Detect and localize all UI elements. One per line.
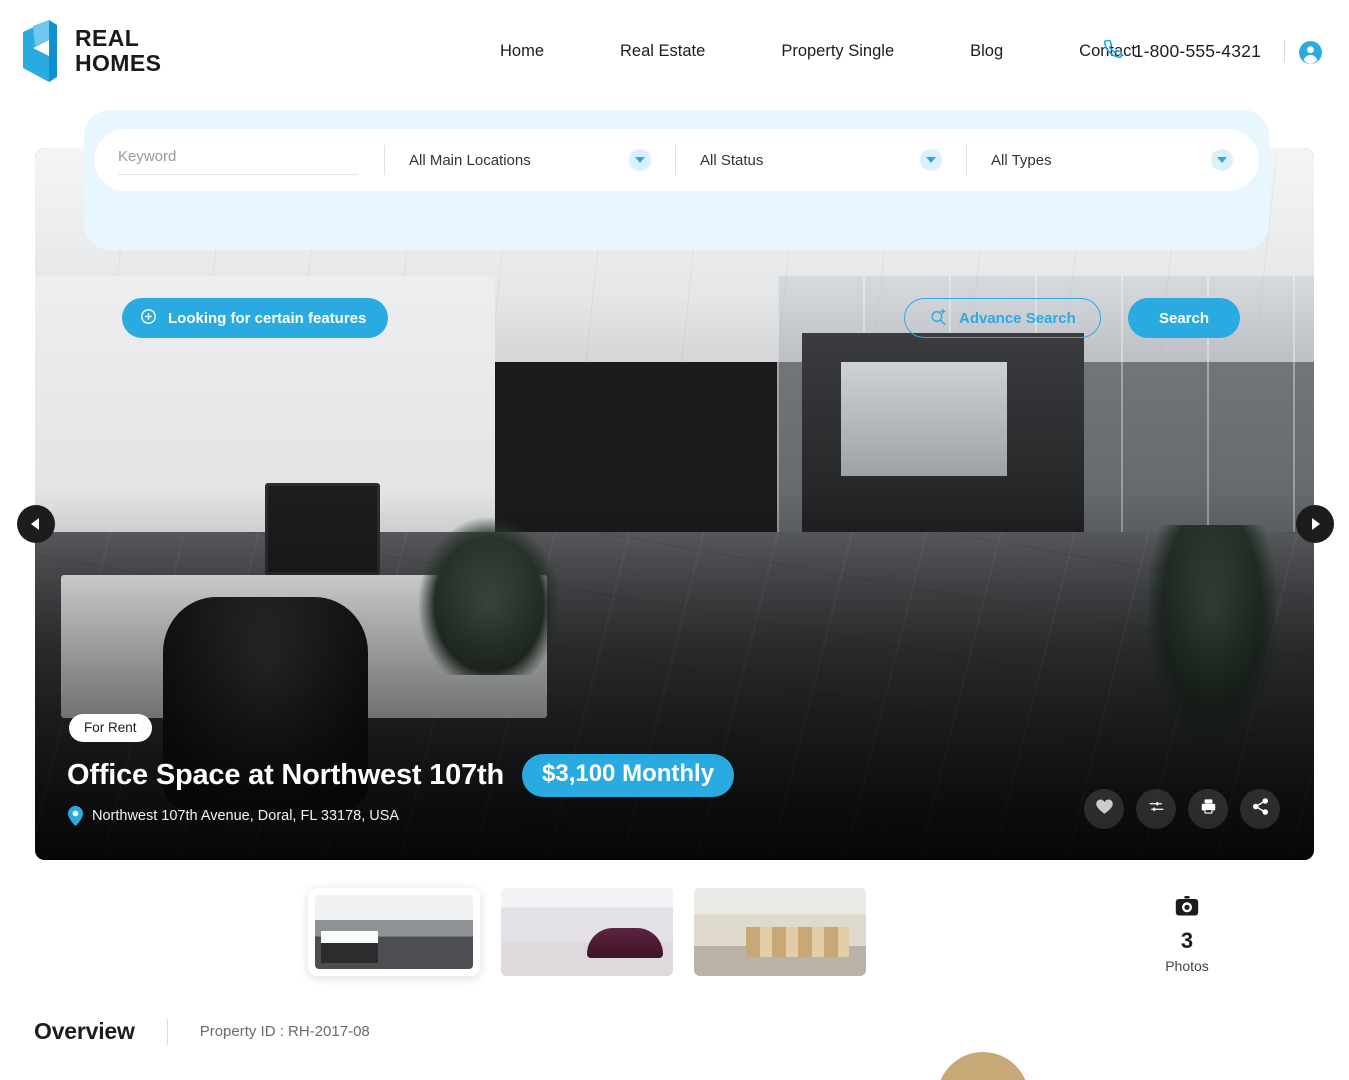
brand-logo[interactable]: REAL HOMES bbox=[19, 18, 161, 84]
header-phone[interactable]: 1-800-555-4321 bbox=[1103, 0, 1261, 103]
real-homes-logo-icon bbox=[19, 18, 61, 84]
thumbnail-image bbox=[315, 895, 473, 969]
brand-text: REAL HOMES bbox=[75, 26, 161, 76]
share-button[interactable] bbox=[1240, 789, 1280, 829]
nav-item-real-estate[interactable]: Real Estate bbox=[582, 42, 743, 61]
phone-number: 1-800-555-4321 bbox=[1133, 41, 1261, 61]
user-account-icon[interactable] bbox=[1298, 40, 1323, 65]
search-input[interactable] bbox=[118, 145, 358, 175]
property-heading-row: Office Space at Northwest 107th $3,100 M… bbox=[67, 754, 735, 797]
brand-line-2: HOMES bbox=[75, 50, 162, 76]
site-header: REAL HOMES Home Real Estate Property Sin… bbox=[0, 0, 1349, 103]
chevron-down-icon bbox=[1211, 149, 1233, 171]
search-button[interactable]: Search bbox=[1128, 298, 1240, 338]
status-select-label: All Status bbox=[700, 151, 764, 169]
looking-for-features-label: Looking for certain features bbox=[168, 309, 367, 327]
property-title: Office Space at Northwest 107th bbox=[67, 759, 504, 791]
overview-divider bbox=[166, 1018, 168, 1045]
thumbnail-image bbox=[694, 888, 866, 976]
map-pin-icon bbox=[68, 806, 83, 826]
photo-count-number: 3 bbox=[1180, 928, 1194, 953]
photo-counter[interactable]: 3 Photos bbox=[1163, 896, 1211, 974]
property-id: Property ID : RH-2017-08 bbox=[199, 1023, 370, 1040]
nav-item-blog[interactable]: Blog bbox=[932, 42, 1041, 61]
advance-search-button[interactable]: Advance Search bbox=[904, 298, 1101, 338]
gallery-prev-button[interactable] bbox=[17, 505, 55, 543]
print-icon bbox=[1199, 797, 1218, 821]
nav-item-home[interactable]: Home bbox=[490, 42, 582, 61]
property-address-text: Northwest 107th Avenue, Doral, FL 33178,… bbox=[92, 808, 400, 824]
compare-sliders-icon bbox=[1147, 797, 1166, 821]
status-badge: For Rent bbox=[69, 714, 152, 742]
location-select[interactable]: All Main Locations bbox=[385, 129, 675, 191]
search-bar: All Main Locations All Status All Types bbox=[94, 129, 1259, 191]
types-select-label: All Types bbox=[991, 151, 1052, 169]
gallery-next-button[interactable] bbox=[1296, 505, 1334, 543]
brand-line-1: REAL bbox=[75, 25, 140, 51]
overview-section-header: Overview Property ID : RH-2017-08 bbox=[34, 1018, 370, 1045]
thumbnail-2[interactable] bbox=[501, 888, 673, 976]
thumbnail-image bbox=[501, 888, 673, 976]
nav-item-property-single[interactable]: Property Single bbox=[743, 42, 932, 61]
compare-button[interactable] bbox=[1136, 789, 1176, 829]
gallery-thumbnails bbox=[308, 888, 866, 976]
thumbnail-3[interactable] bbox=[694, 888, 866, 976]
types-select[interactable]: All Types bbox=[967, 129, 1257, 191]
favorite-button[interactable] bbox=[1084, 789, 1124, 829]
chevron-down-icon bbox=[920, 149, 942, 171]
photo-count-label: Photos bbox=[1165, 958, 1209, 974]
chevron-left-icon bbox=[31, 518, 39, 530]
property-action-buttons bbox=[1084, 789, 1280, 829]
advance-search-label: Advance Search bbox=[959, 309, 1076, 327]
heart-icon bbox=[1095, 797, 1114, 821]
phone-icon bbox=[1103, 39, 1123, 64]
status-select[interactable]: All Status bbox=[676, 129, 966, 191]
chevron-down-icon bbox=[629, 149, 651, 171]
keyword-field bbox=[94, 129, 384, 191]
agent-avatar[interactable] bbox=[937, 1052, 1029, 1080]
header-divider bbox=[1284, 40, 1285, 62]
property-price: $3,100 Monthly bbox=[522, 754, 735, 797]
location-select-label: All Main Locations bbox=[409, 151, 531, 169]
page-title: Overview bbox=[34, 1018, 135, 1044]
print-button[interactable] bbox=[1188, 789, 1228, 829]
search-plus-icon bbox=[929, 307, 948, 330]
property-search-panel: All Main Locations All Status All Types … bbox=[84, 110, 1269, 338]
camera-icon bbox=[1175, 896, 1199, 921]
plus-circle-icon bbox=[140, 308, 157, 329]
share-icon bbox=[1251, 797, 1270, 821]
main-navigation: Home Real Estate Property Single Blog Co… bbox=[490, 0, 1174, 103]
chevron-right-icon bbox=[1312, 518, 1320, 530]
property-address: Northwest 107th Avenue, Doral, FL 33178,… bbox=[68, 806, 399, 826]
looking-for-features-button[interactable]: Looking for certain features bbox=[122, 298, 389, 338]
thumbnail-1[interactable] bbox=[308, 888, 480, 976]
